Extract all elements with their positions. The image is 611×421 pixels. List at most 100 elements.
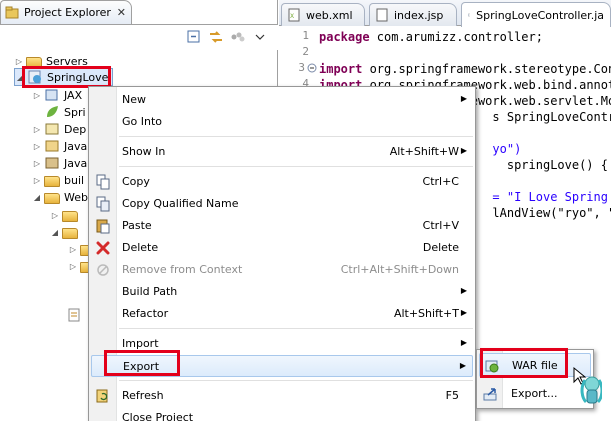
tab-web-xml[interactable]: X web.xml (281, 3, 365, 26)
menu-item-shortcut: F5 (445, 389, 459, 402)
submenu-arrow-icon: ▶ (460, 308, 467, 317)
chevron-down-icon[interactable] (251, 28, 269, 46)
folder-icon (44, 175, 60, 187)
folder-icon (62, 210, 78, 222)
code-line: package com.arumizz.controller; (319, 30, 543, 44)
tab-project-explorer[interactable]: Project Explorer ✕ (0, 0, 132, 24)
tab-index-jsp[interactable]: index.jsp (369, 3, 457, 26)
tree-item-subfolder[interactable]: ◢ (50, 223, 82, 241)
menu-item-label: Refresh (122, 389, 164, 402)
file-icon (68, 308, 80, 322)
tree-item-label: Dep (64, 122, 87, 136)
tree-item-label: Spri (64, 105, 86, 119)
menu-item-shortcut: Ctrl+V (422, 219, 459, 232)
expand-icon[interactable]: ▷ (50, 211, 60, 220)
tree-item-label: Java (64, 139, 88, 153)
line-number: 2 (302, 45, 309, 58)
java-resources-icon (45, 140, 59, 152)
mouse-cursor-mascot-icon (573, 366, 602, 404)
close-icon[interactable]: ✕ (117, 6, 126, 19)
jsp-file-icon (376, 8, 388, 22)
expand-icon[interactable]: ▷ (14, 57, 24, 66)
expand-icon[interactable]: ▷ (32, 142, 42, 151)
expand-icon[interactable]: ▷ (32, 176, 42, 185)
collapse-icon[interactable]: ◢ (32, 193, 42, 202)
tree-item-java-libs[interactable]: ▷ Java (32, 154, 87, 172)
menu-item-shortcut: Ctrl+Alt+Shift+Down (340, 263, 459, 276)
menu-item-refactor[interactable]: Refactor Alt+Shift+T ▶ (91, 303, 473, 325)
menu-separator (119, 380, 473, 381)
menu-item-label: Close Project (122, 411, 194, 421)
tree-item-subfolder[interactable]: ▷ (50, 206, 82, 224)
tree-item-dep[interactable]: ▷ Dep (32, 120, 86, 138)
tree-item-file[interactable] (66, 306, 86, 324)
folder-icon (62, 227, 78, 239)
expand-icon[interactable]: ▷ (32, 91, 42, 100)
jaxws-icon (45, 89, 58, 101)
project-explorer-icon (5, 6, 19, 18)
xml-file-icon: X (288, 8, 300, 22)
menu-item-build-path[interactable]: Build Path ▶ (91, 281, 473, 303)
tab-springlovecontroller[interactable]: J SpringLoveController.ja (461, 2, 611, 27)
expand-icon[interactable]: ▷ (32, 159, 42, 168)
menu-item-delete[interactable]: Delete Delete (91, 237, 473, 259)
menu-item-label: Delete (122, 241, 159, 254)
code-line: import org.springframework.stereotype.Co… (319, 62, 611, 76)
menu-item-label: Export... (511, 387, 558, 400)
menu-item-show-in[interactable]: Show In Alt+Shift+W ▶ (91, 141, 473, 163)
view-menu-dots-icon[interactable] (229, 28, 247, 46)
expand-icon[interactable]: ▷ (32, 125, 42, 134)
deployment-icon (45, 123, 59, 135)
tree-item-build[interactable]: ▷ buil (32, 171, 84, 189)
collapse-all-icon[interactable] (185, 28, 203, 46)
tree-item-label: buil (64, 173, 85, 187)
tab-label: index.jsp (394, 8, 444, 22)
remove-context-icon (97, 264, 109, 276)
link-with-editor-icon[interactable] (207, 28, 225, 46)
menu-item-label: Show In (122, 145, 166, 158)
submenu-arrow-icon: ▶ (459, 361, 466, 370)
tab-label: web.xml (306, 8, 353, 22)
menu-item-remove-from-context: Remove from Context Ctrl+Alt+Shift+Down (91, 259, 473, 281)
tree-item-webcontent[interactable]: ◢ Web (32, 188, 88, 206)
submenu-arrow-icon: ▶ (460, 338, 467, 347)
collapse-icon[interactable]: ◢ (50, 228, 60, 237)
tab-label: Project Explorer (24, 6, 111, 19)
tree-item-label: Web (64, 190, 88, 204)
folder-icon (44, 192, 60, 204)
menu-item-copy-qualified-name[interactable]: Copy Qualified Name (91, 193, 473, 215)
java-file-icon: J (468, 13, 471, 17)
export-icon (483, 388, 497, 401)
menu-separator (119, 136, 473, 137)
tree-item-java-resources[interactable]: ▷ Java (32, 137, 87, 155)
tab-label: SpringLoveController.ja (476, 8, 604, 22)
tree-item-spring[interactable]: Spri (44, 103, 86, 121)
menu-item-label: Copy Qualified Name (122, 197, 239, 210)
menu-item-label: Paste (122, 219, 152, 232)
copy-qualified-icon (96, 196, 110, 212)
menu-item-label: Import (122, 337, 159, 350)
menu-separator (119, 166, 473, 167)
menu-item-label: Refactor (122, 307, 169, 320)
delete-icon (96, 241, 110, 255)
submenu-arrow-icon: ▶ (460, 94, 467, 103)
highlight-box-springlove (22, 66, 111, 88)
copy-icon (96, 174, 110, 190)
menu-item-go-into[interactable]: Go Into (91, 111, 473, 133)
menu-item-copy[interactable]: Copy Ctrl+C (91, 171, 473, 193)
submenu-arrow-icon: ▶ (460, 146, 467, 155)
menu-item-shortcut: Alt+Shift+W (389, 145, 459, 158)
tree-item-jax[interactable]: ▷ JAX (32, 86, 82, 104)
highlight-box-export (104, 350, 180, 376)
menu-item-new[interactable]: New ▶ (91, 89, 473, 111)
menu-item-refresh[interactable]: Refresh F5 (91, 385, 473, 407)
library-icon (45, 157, 59, 169)
menu-item-paste[interactable]: Paste Ctrl+V (91, 215, 473, 237)
expand-icon[interactable]: ▷ (68, 245, 78, 254)
fold-icon[interactable] (307, 63, 317, 73)
submenu-arrow-icon: ▶ (460, 286, 467, 295)
view-toolbar (185, 28, 269, 46)
line-number: 1 (302, 29, 309, 42)
expand-icon[interactable]: ▷ (68, 262, 78, 271)
menu-item-close-project[interactable]: Close Project (91, 407, 473, 421)
